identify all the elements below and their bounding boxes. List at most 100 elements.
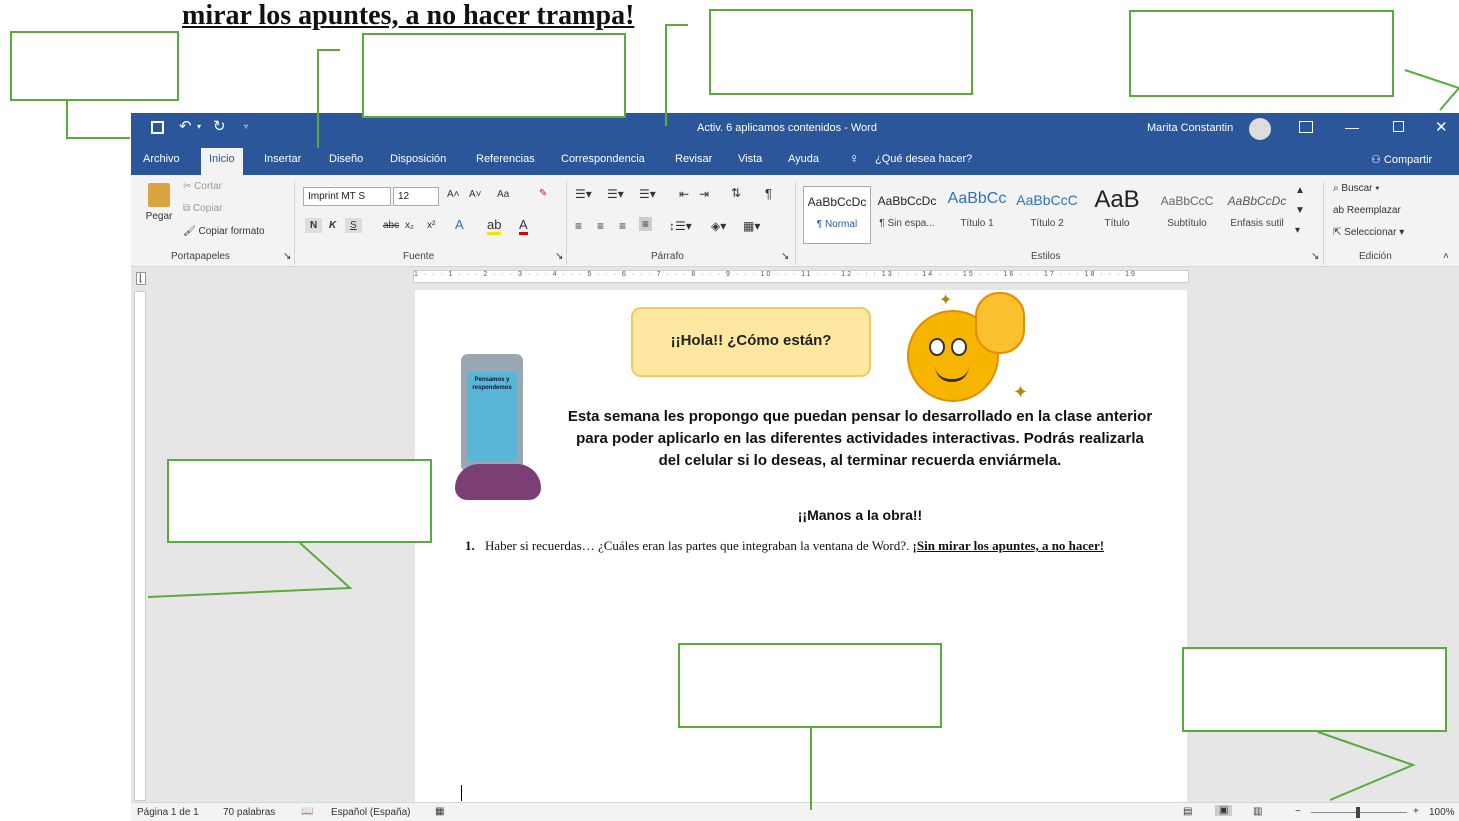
tab-archivo[interactable]: Archivo xyxy=(143,153,180,165)
copy-button[interactable]: ⧉ Copiar xyxy=(183,203,222,214)
avatar[interactable] xyxy=(1249,118,1271,140)
clear-formatting-icon[interactable]: ✎ xyxy=(539,188,547,199)
style-sample: AaBbCcDc xyxy=(807,195,867,209)
highlight-icon[interactable]: ab xyxy=(487,217,502,235)
zoom-slider[interactable] xyxy=(1311,807,1407,818)
tab-vista[interactable]: Vista xyxy=(738,153,762,165)
align-center-icon[interactable]: ≡ xyxy=(597,219,604,233)
replace-button[interactable]: ab Reemplazar xyxy=(1333,205,1401,216)
styles-scroll-down-icon[interactable]: ▼ xyxy=(1295,205,1305,216)
save-icon[interactable] xyxy=(151,121,164,134)
phone-illustration: Pensamos y respondemos xyxy=(455,354,541,500)
text-effects-icon[interactable]: A xyxy=(455,217,464,232)
superscript-button[interactable]: x² xyxy=(427,220,435,231)
tab-inicio[interactable]: Inicio xyxy=(201,148,243,175)
zoom-slider-thumb[interactable] xyxy=(1356,807,1360,818)
vertical-ruler[interactable] xyxy=(134,291,146,801)
proofing-icon[interactable]: 📖 xyxy=(301,806,313,817)
justify-icon[interactable]: ≡ xyxy=(639,217,653,231)
clipboard-launcher-icon[interactable]: ↘ xyxy=(283,251,291,262)
paste-button[interactable]: Pegar xyxy=(141,183,177,222)
bullets-icon[interactable]: ☰▾ xyxy=(575,187,592,201)
underline-button[interactable]: S xyxy=(345,218,362,233)
zoom-level[interactable]: 100% xyxy=(1429,807,1455,818)
style-heading-1[interactable]: AaBbCc Título 1 xyxy=(943,186,1011,244)
align-left-icon[interactable]: ≡ xyxy=(575,219,582,233)
zoom-out-icon[interactable]: − xyxy=(1295,806,1301,817)
styles-more-icon[interactable]: ▾ xyxy=(1295,225,1300,236)
customize-toolbar-icon[interactable]: ▿ xyxy=(244,122,248,131)
redo-icon[interactable]: ↻ xyxy=(213,117,226,135)
style-normal[interactable]: AaBbCcDc ¶ Normal xyxy=(803,186,871,244)
share-button[interactable]: ⚇ Compartir xyxy=(1371,153,1432,166)
web-layout-icon[interactable]: ▥ xyxy=(1253,806,1262,817)
paragraph-launcher-icon[interactable]: ↘ xyxy=(781,251,789,262)
show-formatting-button[interactable]: ¶ xyxy=(765,186,772,201)
change-case-button[interactable]: Aa xyxy=(497,189,509,200)
styles-scroll-up-icon[interactable]: ▲ xyxy=(1295,185,1305,196)
clipboard-icon xyxy=(148,183,170,207)
horizontal-ruler[interactable]: 1 · · · 1 · · · 2 · · · 3 · · · 4 · · · … xyxy=(413,270,1189,283)
tab-referencias[interactable]: Referencias xyxy=(476,153,535,165)
increase-indent-icon[interactable]: ⇥ xyxy=(699,187,709,201)
sort-icon[interactable]: ⇅ xyxy=(731,186,741,200)
undo-dropdown-icon[interactable]: ▾ xyxy=(197,122,201,131)
style-subtle-emphasis[interactable]: AaBbCcDc Énfasis sutil xyxy=(1223,186,1291,244)
find-button[interactable]: ⌕ Buscar ▾ xyxy=(1333,183,1380,194)
style-sample: AaB xyxy=(1094,186,1140,213)
tab-correspondencia[interactable]: Correspondencia xyxy=(561,153,645,165)
restore-icon[interactable] xyxy=(1393,121,1404,132)
format-painter-button[interactable]: 🖌 Copiar formato xyxy=(183,226,265,237)
style-sample: AaBbCcC xyxy=(1160,194,1214,208)
tab-revisar[interactable]: Revisar xyxy=(675,153,712,165)
zoom-in-icon[interactable]: + xyxy=(1413,806,1419,817)
grow-font-button[interactable]: A˄ xyxy=(447,189,460,200)
bold-button[interactable]: N xyxy=(305,218,323,233)
style-subtitle[interactable]: AaBbCcC Subtítulo xyxy=(1153,186,1221,244)
numbering-icon[interactable]: ☰▾ xyxy=(607,187,624,201)
print-layout-icon[interactable]: ▣ xyxy=(1215,805,1233,816)
sparkle-icon: ✦ xyxy=(939,292,953,309)
ribbon-display-options-icon[interactable] xyxy=(1299,121,1313,133)
styles-launcher-icon[interactable]: ↘ xyxy=(1311,251,1319,262)
paragraph-group-label: Párrafo xyxy=(651,251,684,262)
strikethrough-button[interactable]: abc xyxy=(383,220,399,231)
read-mode-icon[interactable]: ▤ xyxy=(1183,806,1192,817)
shrink-font-button[interactable]: A˅ xyxy=(469,189,482,200)
tab-diseno[interactable]: Diseño xyxy=(329,153,363,165)
font-launcher-icon[interactable]: ↘ xyxy=(555,251,563,262)
tab-insertar[interactable]: Insertar xyxy=(264,153,301,165)
page-count[interactable]: Página 1 de 1 xyxy=(137,807,199,818)
tab-stop-selector[interactable]: ⌊ xyxy=(136,272,146,285)
subscript-button[interactable]: x₂ xyxy=(405,220,414,231)
collapse-ribbon-icon[interactable]: ˄ xyxy=(1443,251,1449,262)
user-name[interactable]: Marita Constantin xyxy=(1147,122,1233,134)
decrease-indent-icon[interactable]: ⇤ xyxy=(679,187,689,201)
tell-me-input[interactable]: ¿Qué desea hacer? xyxy=(875,153,972,165)
italic-button[interactable]: K xyxy=(329,220,336,231)
cut-button[interactable]: ✂ Cortar xyxy=(183,181,222,192)
font-name-select[interactable]: Imprint MT S xyxy=(303,187,391,206)
select-button[interactable]: ⇱ Seleccionar ▾ xyxy=(1333,227,1404,238)
font-size-select[interactable]: 12 xyxy=(393,187,439,206)
multilevel-list-icon[interactable]: ☰▾ xyxy=(639,187,656,201)
undo-icon[interactable]: ↶ xyxy=(179,117,192,135)
callout-box-6 xyxy=(678,643,942,728)
font-color-icon[interactable]: A xyxy=(519,217,528,235)
line-spacing-icon[interactable]: ↕☰▾ xyxy=(669,219,692,233)
tab-disposicion[interactable]: Disposición xyxy=(390,153,446,165)
word-count[interactable]: 70 palabras xyxy=(223,807,275,818)
language[interactable]: Español (España) xyxy=(331,807,411,818)
tab-ayuda[interactable]: Ayuda xyxy=(788,153,819,165)
style-title[interactable]: AaB Título xyxy=(1083,186,1151,244)
connector-line xyxy=(1404,69,1459,111)
borders-icon[interactable]: ▦▾ xyxy=(743,219,760,233)
callout-box-4 xyxy=(1129,10,1394,97)
style-no-spacing[interactable]: AaBbCcDc ¶ Sin espa... xyxy=(873,186,941,244)
style-heading-2[interactable]: AaBbCcC Título 2 xyxy=(1013,186,1081,244)
macro-icon[interactable]: ▦ xyxy=(435,806,444,817)
minimize-icon[interactable]: — xyxy=(1345,119,1359,135)
align-right-icon[interactable]: ≡ xyxy=(619,219,626,233)
shading-icon[interactable]: ◈▾ xyxy=(711,219,726,233)
close-icon[interactable]: ✕ xyxy=(1435,118,1448,136)
